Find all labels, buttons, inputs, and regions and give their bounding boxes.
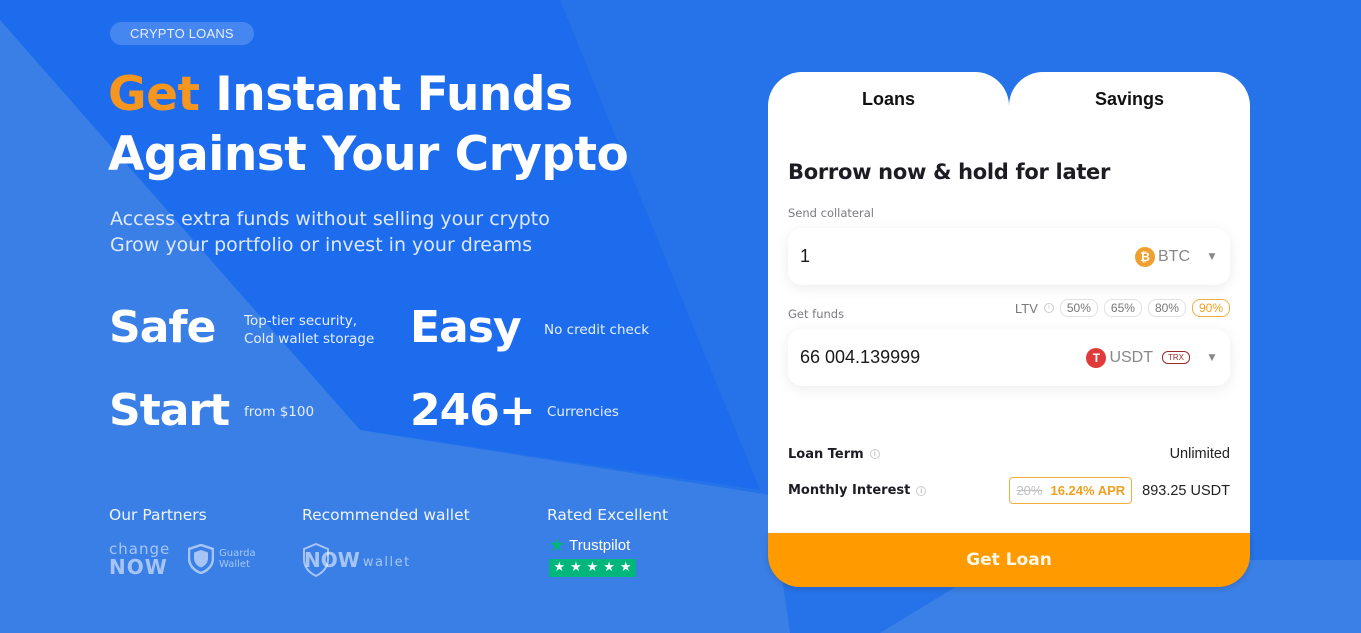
feature-start-title: Start [109, 385, 230, 436]
star-icon: ★ [619, 560, 632, 575]
ltv-label: LTV [1014, 300, 1038, 316]
tether-icon: T [1086, 347, 1107, 368]
card-title: Borrow now & hold for later [788, 160, 1111, 184]
ltv-option-50[interactable]: 50% [1059, 299, 1098, 317]
trustpilot-star-icon: ★ [549, 535, 566, 555]
collateral-coin-label: BTC [1158, 247, 1190, 265]
old-rate: 20% [1016, 483, 1043, 498]
feature-currencies-title: 246+ [410, 385, 536, 436]
changenow-logo-line2: NOW [109, 555, 168, 579]
feature-currencies-desc: Currencies [547, 404, 619, 420]
feature-start-desc: from $100 [244, 404, 315, 420]
rated-excellent-label: Rated Excellent [547, 506, 669, 524]
chevron-down-icon[interactable]: ▼ [1206, 252, 1218, 262]
partners-label: Our Partners [109, 506, 207, 524]
guarda-wallet-logo[interactable]: Guarda Wallet [188, 544, 256, 574]
monthly-interest-label: Monthly Interest [788, 483, 911, 498]
loan-term-row: Loan Term i Unlimited [788, 446, 1230, 462]
info-icon[interactable]: i [916, 485, 927, 496]
feature-safe-title: Safe [109, 302, 216, 353]
now-wallet-wallet: wallet [362, 554, 411, 570]
loan-card: Loans Savings Borrow now & hold for late… [768, 72, 1250, 587]
info-icon[interactable]: i [1043, 303, 1054, 313]
loan-term-label: Loan Term [788, 446, 864, 462]
trustpilot-rating[interactable]: ★ Trustpilot ★ ★ ★ ★ ★ [549, 536, 636, 577]
headline-line2: Against Your Crypto [108, 127, 629, 182]
monthly-interest-row: Monthly Interest i 20% 16.24% APR 893.25… [788, 477, 1230, 504]
network-badge: TRX [1162, 351, 1190, 364]
collateral-amount-input[interactable] [800, 246, 1135, 267]
funds-coin-label: USDT [1109, 348, 1153, 366]
subtitle-line1: Access extra funds without selling your … [110, 208, 550, 230]
crypto-loans-badge: CRYPTO LOANS [110, 22, 254, 45]
send-collateral-label: Send collateral [788, 206, 874, 220]
headline-line1: Instant Funds [199, 67, 573, 122]
star-icon: ★ [586, 560, 599, 575]
changenow-logo[interactable]: change NOW [109, 542, 170, 579]
headline-accent: Get [108, 67, 200, 122]
feature-easy-desc: No credit check [544, 322, 650, 338]
get-funds-label: Get funds [788, 307, 845, 321]
feature-easy-title: Easy [410, 302, 522, 353]
get-loan-button[interactable]: Get Loan [768, 533, 1250, 587]
card-body: Borrow now & hold for later Send collate… [768, 128, 1250, 538]
monthly-interest-amount: 893.25 USDT [1142, 482, 1230, 499]
collateral-input-box: ₿ BTC ▼ [788, 228, 1230, 285]
star-icon: ★ [553, 560, 566, 575]
ltv-selector: LTV i 50% 65% 80% 90% [1015, 299, 1230, 317]
shield-icon [188, 544, 214, 574]
bitcoin-icon: ₿ [1135, 246, 1155, 267]
star-icon: ★ [570, 560, 582, 575]
ltv-option-80[interactable]: 80% [1147, 299, 1186, 317]
new-rate: 16.24% APR [1050, 483, 1126, 498]
funds-coin-select[interactable]: T USDT TRX [1086, 347, 1190, 368]
info-icon[interactable]: i [869, 449, 880, 459]
hero-subtitle: Access extra funds without selling your … [110, 206, 550, 258]
recommended-wallet-label: Recommended wallet [302, 506, 470, 524]
chevron-down-icon[interactable]: ▼ [1206, 353, 1218, 363]
guarda-line1: Guarda [219, 548, 256, 559]
trustpilot-stars: ★ ★ ★ ★ ★ [549, 559, 636, 577]
guarda-line2: Wallet [219, 559, 251, 570]
funds-input-box: T USDT TRX ▼ [788, 329, 1230, 386]
collateral-coin-select[interactable]: ₿ BTC [1135, 246, 1190, 267]
now-wallet-now: NOW [304, 548, 360, 572]
ltv-option-90[interactable]: 90% [1191, 299, 1230, 317]
trustpilot-name: Trustpilot [569, 536, 631, 554]
star-icon: ★ [603, 560, 615, 575]
feature-safe-desc: Top-tier security, Cold wallet storage [244, 312, 374, 348]
subtitle-line2: Grow your portfolio or invest in your dr… [110, 234, 532, 256]
funds-amount-input[interactable] [800, 347, 1087, 368]
feature-safe-desc-line2: Cold wallet storage [244, 331, 375, 347]
ltv-option-65[interactable]: 65% [1103, 299, 1142, 317]
loan-term-value: Unlimited [1169, 446, 1230, 462]
now-wallet-logo[interactable]: NOW wallet [302, 542, 411, 578]
interest-rate-box: 20% 16.24% APR [1009, 477, 1133, 504]
hero-headline: Get Instant Funds Against Your Crypto [108, 65, 629, 185]
feature-safe-desc-line1: Top-tier security, [244, 313, 358, 329]
